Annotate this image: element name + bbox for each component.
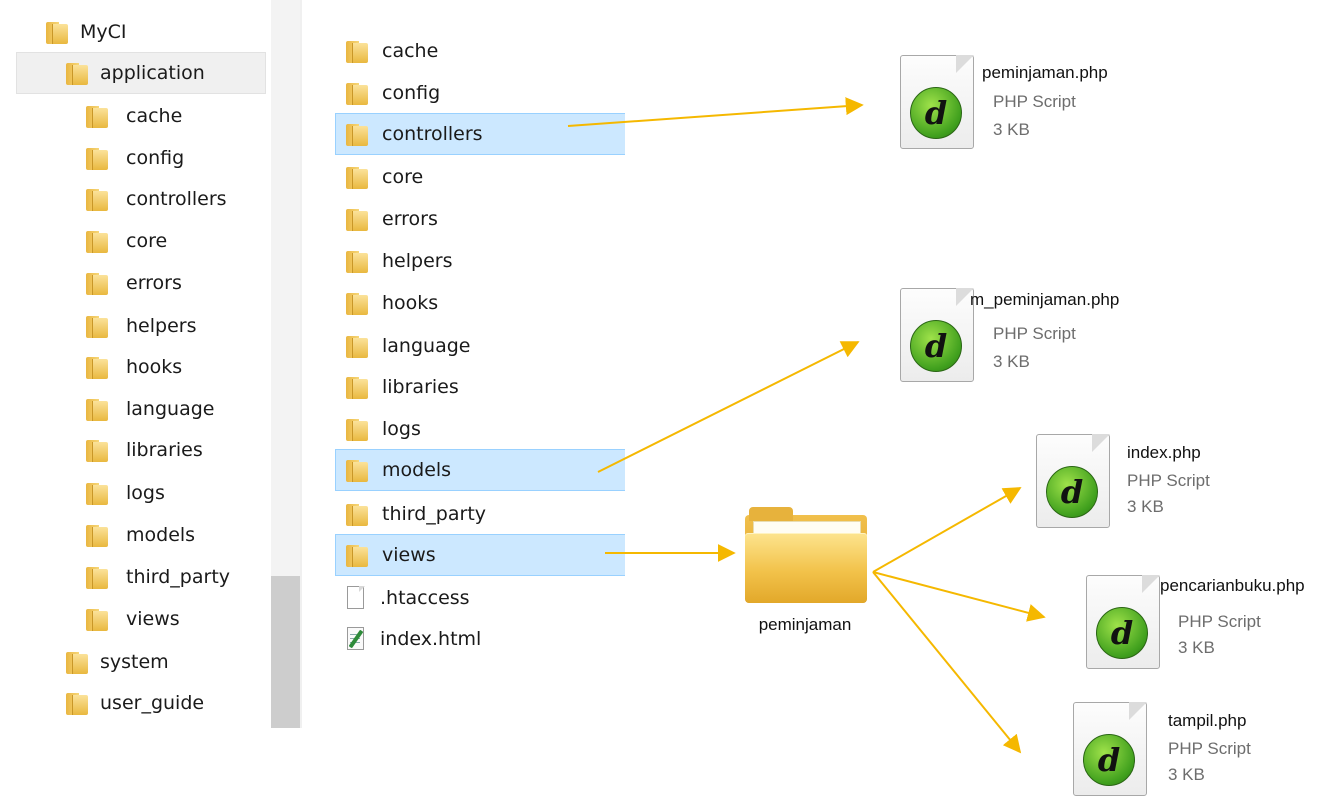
annotation-arrows xyxy=(567,97,1046,754)
arrow-controllers xyxy=(567,97,864,127)
arrow-index xyxy=(872,487,1022,573)
arrow-models xyxy=(597,341,860,473)
arrow-tampil xyxy=(872,571,1022,754)
arrow-pencarianbuku xyxy=(872,571,1046,622)
